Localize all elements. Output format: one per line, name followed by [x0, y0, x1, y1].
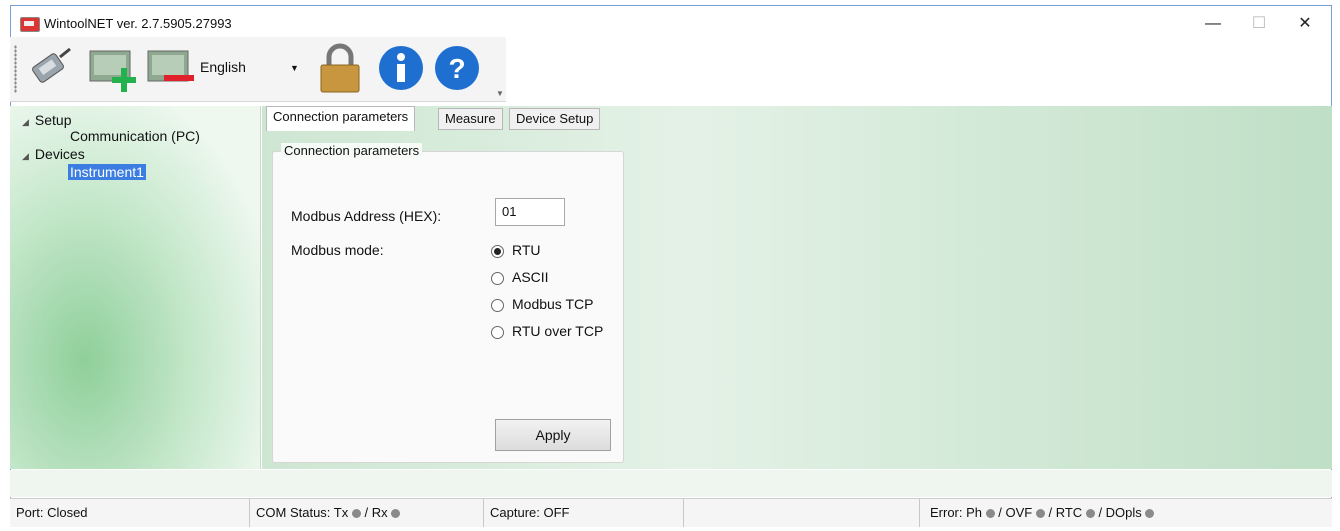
language-select[interactable]: English [200, 59, 246, 75]
status-port: Port: Closed [10, 499, 250, 527]
status-bar: Port: Closed COM Status: Tx / Rx Capture… [10, 498, 1332, 527]
com-rx-label: / Rx [364, 505, 388, 520]
expand-arrow-icon[interactable]: ◢ [22, 151, 29, 161]
group-title: Connection parameters [281, 143, 423, 158]
radio-label: RTU [512, 242, 541, 258]
ph-indicator-icon [985, 509, 995, 519]
panel-footer-strip [10, 470, 1332, 497]
tab-connection-parameters[interactable]: Connection parameters [266, 106, 416, 131]
error-dopls-label: / DOpls [1098, 505, 1142, 520]
svg-text:?: ? [448, 53, 465, 84]
minimize-button[interactable]: — [1191, 10, 1235, 38]
radio-label: Modbus TCP [512, 296, 594, 312]
status-empty [684, 499, 920, 527]
tree-item-devices[interactable]: ◢ Devices [22, 146, 85, 162]
close-button[interactable]: ✕ [1283, 10, 1327, 38]
com-status-label: COM Status: Tx [256, 505, 349, 520]
window-title: WintoolNET ver. 2.7.5905.27993 [44, 16, 232, 31]
help-icon[interactable]: ? [432, 43, 482, 93]
info-icon[interactable] [376, 43, 426, 93]
radio-rtu-over-tcp[interactable]: RTU over TCP [491, 323, 603, 341]
radio-icon[interactable] [491, 298, 504, 312]
address-label: Modbus Address (HEX): [291, 208, 442, 224]
error-ovf-label: / OVF [998, 505, 1033, 520]
status-com: COM Status: Tx / Rx [250, 499, 484, 527]
ovf-indicator-icon [1035, 509, 1045, 519]
remove-device-icon[interactable] [146, 43, 196, 93]
toolbar-grip[interactable] [14, 45, 17, 93]
radio-icon[interactable] [491, 271, 504, 285]
radio-label: RTU over TCP [512, 323, 604, 339]
rx-indicator-icon [391, 509, 401, 519]
dopls-indicator-icon [1145, 509, 1155, 519]
error-rtc-label: / RTC [1048, 505, 1083, 520]
maximize-button[interactable]: ☐ [1237, 10, 1281, 38]
status-capture: Capture: OFF [484, 499, 684, 527]
tab-measure[interactable]: Measure [438, 108, 503, 130]
modbus-address-input[interactable]: 01 [495, 198, 565, 226]
tree-item-instrument1[interactable]: Instrument1 [68, 164, 146, 180]
toolbar: English ▼ ? ▼ [10, 37, 506, 102]
tab-device-setup[interactable]: Device Setup [509, 108, 601, 130]
app-icon [20, 17, 40, 32]
status-error: Error: Ph / OVF / RTC / DOpls [920, 499, 1332, 527]
tree-item-label: Devices [34, 146, 85, 162]
tree-item-label: Setup [34, 112, 72, 128]
radio-rtu[interactable]: RTU [491, 242, 541, 260]
connect-plug-icon[interactable] [24, 43, 74, 93]
radio-label: ASCII [512, 269, 549, 285]
tree-item-setup[interactable]: ◢ Setup [22, 112, 72, 128]
connection-parameters-group: Connection parameters Modbus Address (HE… [272, 143, 624, 463]
lock-icon[interactable] [315, 43, 365, 93]
expand-arrow-icon[interactable]: ◢ [22, 117, 29, 127]
error-ph-label: Error: Ph [930, 505, 983, 520]
tree-item-communication[interactable]: Communication (PC) [70, 128, 200, 144]
radio-checked-icon[interactable] [491, 244, 504, 258]
main-panel: Connection parameters Measure Device Set… [262, 106, 1332, 469]
add-device-icon[interactable] [88, 43, 138, 93]
toolbar-overflow-icon[interactable]: ▼ [496, 89, 504, 98]
rtc-indicator-icon [1085, 509, 1095, 519]
radio-modbus-tcp[interactable]: Modbus TCP [491, 296, 593, 314]
radio-ascii[interactable]: ASCII [491, 269, 549, 287]
radio-icon[interactable] [491, 325, 504, 339]
chevron-down-icon[interactable]: ▼ [290, 63, 299, 73]
tx-indicator-icon [351, 509, 361, 519]
device-tree: ◢ Setup Communication (PC) ◢ Devices Instr… [10, 106, 261, 469]
mode-label: Modbus mode: [291, 242, 384, 258]
apply-button[interactable]: Apply [495, 419, 611, 451]
